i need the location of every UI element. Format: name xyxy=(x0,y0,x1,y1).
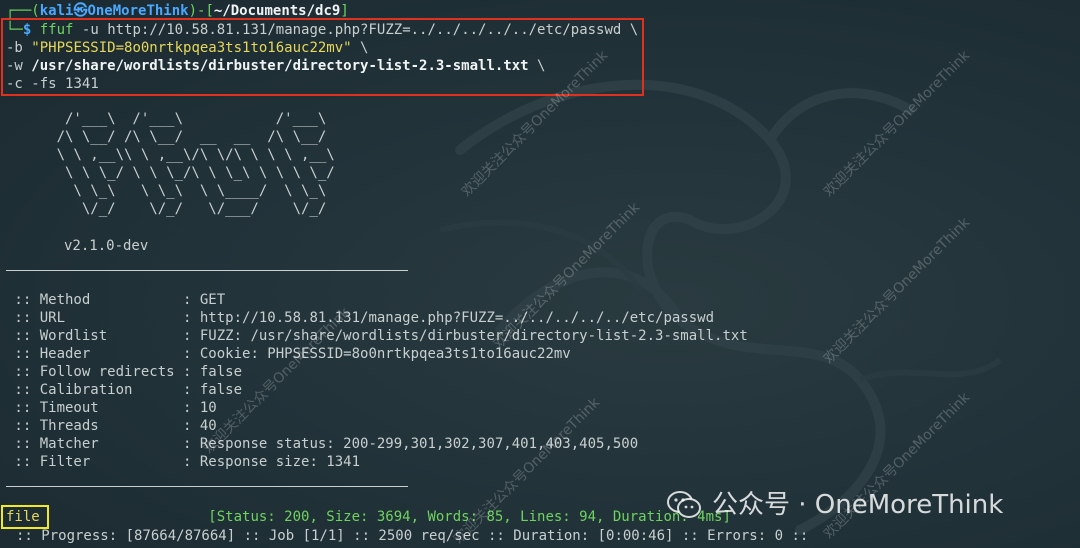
ffuf-version: v2.1.0-dev xyxy=(64,238,149,254)
config-key: :: Timeout : xyxy=(6,400,200,416)
prompt-path: ~/Documents/dc9 xyxy=(213,3,341,19)
result-padding xyxy=(40,509,209,525)
prompt-host: OneMoreThink xyxy=(87,3,189,19)
config-key: :: Filter : xyxy=(6,454,200,470)
prompt-at: ㉿ xyxy=(73,3,88,19)
banner-art-line: \/_/ \/_/ \/___/ \/_/ xyxy=(6,201,327,217)
config-key: :: Wordlist : xyxy=(6,328,200,344)
terminal-window[interactable]: ┌──(kali㉿OneMoreThink)-[~/Documents/dc9]… xyxy=(0,0,1080,548)
watermark-diagonal: 欢迎关注公众号OneMoreThink xyxy=(820,47,974,201)
command-url: http://10.58.81.131/manage.php?FUZZ=../.… xyxy=(107,22,622,38)
config-value: http://10.58.81.131/manage.php?FUZZ=../.… xyxy=(199,310,715,326)
config-key: :: Method : xyxy=(6,292,200,308)
config-value: Cookie: PHPSESSID=8o0nrtkpqea3ts1to16auc… xyxy=(199,346,571,362)
flag-c: -c xyxy=(6,76,23,92)
config-value: 10 xyxy=(199,400,217,416)
config-row-wordlist: :: Wordlist : FUZZ: /usr/share/wordlists… xyxy=(6,327,748,345)
banner-art-line: \ \_\ \ \_\ \ \____/ \ \_\ xyxy=(6,183,327,199)
config-row-threads: :: Threads : 40 xyxy=(6,417,216,435)
flag-b: -b xyxy=(6,40,23,56)
config-value: GET xyxy=(199,292,226,308)
prompt-mid: )-[ xyxy=(188,3,214,19)
filter-size-value: 1341 xyxy=(65,76,99,92)
config-value: Response size: 1341 xyxy=(199,454,361,470)
wechat-watermark: 公众号 · OneMoreThink xyxy=(666,487,1003,523)
flag-u: -u xyxy=(81,22,99,38)
config-row-filter: :: Filter : Response size: 1341 xyxy=(6,453,360,471)
config-value: Response status: 200-299,301,302,307,401… xyxy=(199,436,639,452)
config-row-calibration: :: Calibration : false xyxy=(6,381,242,399)
command-line-2[interactable]: -b "PHPSESSID=8o0nrtkpqea3ts1to16auc22mv… xyxy=(6,39,368,57)
flag-w: -w xyxy=(6,58,23,74)
cookie-string: "PHPSESSID=8o0nrtkpqea3ts1to16auc22mv" xyxy=(31,40,352,56)
line-continuation: \ xyxy=(537,58,546,74)
prompt-open: ┌──( xyxy=(6,3,40,19)
config-key: :: URL : xyxy=(6,310,200,326)
result-word: file xyxy=(6,509,40,525)
command-name: ffuf xyxy=(39,22,74,38)
command-line-3[interactable]: -w /usr/share/wordlists/dirbuster/direct… xyxy=(6,57,545,75)
config-value: false xyxy=(199,364,243,380)
prompt-user: kali xyxy=(39,3,74,19)
wechat-icon xyxy=(667,491,701,518)
config-key: :: Header : xyxy=(6,346,200,362)
prompt-close: ] xyxy=(340,3,349,19)
command-line-4[interactable]: -c -fs 1341 xyxy=(6,75,99,93)
wechat-brand-text: 公众号 · OneMoreThink xyxy=(712,490,1004,520)
banner-art-line: /'___\ /'___\ /'___\ xyxy=(6,111,327,127)
config-value: FUZZ: /usr/share/wordlists/dirbuster/dir… xyxy=(199,328,748,344)
line-continuation: \ xyxy=(629,22,639,38)
command-line-1[interactable]: └─$ ffuf -u http://10.58.81.131/manage.p… xyxy=(6,21,638,39)
banner-art-line: \ \ ,__\\ \ ,__\/\ \/\ \ \ \ ,__\ xyxy=(6,147,335,163)
wordlist-path: /usr/share/wordlists/dirbuster/directory… xyxy=(31,58,529,74)
config-key: :: Matcher : xyxy=(6,436,200,452)
banner-art-line: \ \ \_/ \ \ \_/\ \ \_\ \ \ \ \_/ xyxy=(6,165,335,181)
config-key: :: Threads : xyxy=(6,418,200,434)
prompt-line: ┌──(kali㉿OneMoreThink)-[~/Documents/dc9] xyxy=(6,2,349,20)
progress-line: :: Progress: [87664/87664] :: Job [1/1] … xyxy=(16,528,809,544)
flag-fs: -fs xyxy=(31,76,57,92)
separator-bottom xyxy=(6,486,408,487)
config-key: :: Calibration : xyxy=(6,382,200,398)
prompt-arrow: └─ xyxy=(6,22,23,38)
config-value: false xyxy=(199,382,243,398)
config-row-method: :: Method : GET xyxy=(6,291,225,309)
watermark-diagonal: 欢迎关注公众号OneMoreThink xyxy=(820,214,974,368)
config-row-timeout: :: Timeout : 10 xyxy=(6,399,217,417)
config-row-url: :: URL : http://10.58.81.131/manage.php?… xyxy=(6,309,714,327)
prompt-dollar: $ xyxy=(22,22,32,38)
config-key: :: Follow redirects : xyxy=(6,364,200,380)
line-continuation: \ xyxy=(360,40,369,56)
config-row-follow-redirects: :: Follow redirects : false xyxy=(6,363,242,381)
banner-art-line: /\ \__/ /\ \__/ __ __ /\ \__/ xyxy=(6,129,327,145)
separator-top xyxy=(6,270,408,271)
result-row[interactable]: file [Status: 200, Size: 3694, Words: 85… xyxy=(6,508,731,526)
